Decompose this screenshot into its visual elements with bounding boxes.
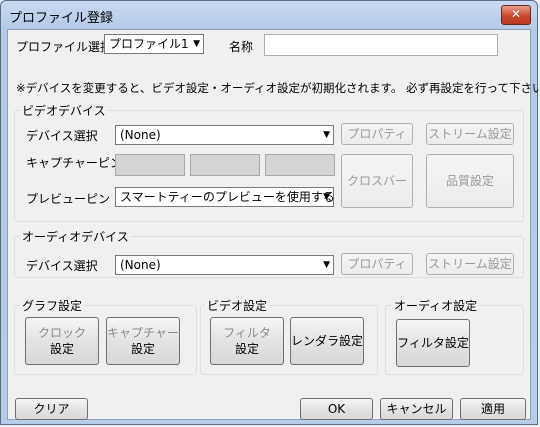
graph-settings-group-label: グラフ設定 (20, 297, 85, 314)
cancel-button[interactable]: キャンセル (380, 398, 453, 420)
apply-button[interactable]: 適用 (460, 398, 526, 420)
clock-settings-line1: クロック (37, 326, 86, 340)
crossbar-button[interactable]: クロスバー (341, 154, 413, 208)
profile-select-label: プロファイル選択 (16, 40, 113, 54)
quality-settings-button[interactable]: 品質設定 (426, 154, 514, 208)
audio-filter-settings-button[interactable]: フィルタ設定 (396, 319, 470, 367)
capture-pin-box-1 (115, 154, 185, 176)
chevron-down-icon: ▼ (323, 130, 330, 140)
capture-pin-label: キャプチャーピン (26, 156, 122, 170)
capture-pin-box-2 (190, 154, 260, 176)
audio-device-select-value: (None) (120, 258, 161, 272)
renderer-settings-button[interactable]: レンダラ設定 (290, 317, 364, 365)
audio-device-select[interactable]: (None) ▼ (115, 255, 334, 275)
video-device-select-label: デバイス選択 (26, 129, 98, 143)
video-filter-settings-button[interactable]: フィルタ 設定 (210, 317, 284, 365)
chevron-down-icon: ▼ (323, 260, 330, 270)
clear-button[interactable]: クリア (15, 398, 88, 420)
dialog-window: プロファイル登録 ✕ プロファイル選択 プロファイル1 ▼ 名称 ※デバイスを変… (0, 0, 540, 425)
preview-pin-select-value: スマートティーのプレビューを使用する (120, 190, 334, 204)
chevron-down-icon: ▼ (323, 192, 330, 202)
chevron-down-icon: ▼ (193, 39, 200, 49)
window-title: プロファイル登録 (9, 11, 114, 26)
name-field[interactable] (264, 34, 498, 56)
close-button[interactable]: ✕ (501, 5, 531, 25)
preview-pin-label: プレビューピン (26, 192, 111, 206)
dialog-client-area: プロファイル選択 プロファイル1 ▼ 名称 ※デバイスを変更すると、ビデオ設定・… (7, 29, 540, 420)
video-device-select-value: (None) (120, 128, 161, 142)
preview-pin-select[interactable]: スマートティーのプレビューを使用する ▼ (115, 187, 334, 207)
clock-settings-line2: 設定 (49, 342, 74, 356)
capture-settings-button[interactable]: キャプチャー 設定 (106, 317, 180, 365)
audio-property-button[interactable]: プロパティ (341, 253, 413, 275)
video-filter-line1: フィルタ (223, 326, 271, 340)
name-label: 名称 (229, 40, 254, 54)
capture-pin-box-3 (265, 154, 335, 176)
video-device-group-label: ビデオデバイス (20, 102, 108, 119)
clock-settings-button[interactable]: クロック 設定 (25, 317, 99, 365)
audio-stream-settings-button[interactable]: ストリーム設定 (426, 253, 514, 275)
video-property-button[interactable]: プロパティ (341, 123, 413, 145)
profile-select-value: プロファイル1 (109, 37, 189, 51)
audio-device-group-label: オーディオデバイス (20, 228, 131, 245)
capture-settings-line2: 設定 (130, 342, 155, 356)
device-change-notice: ※デバイスを変更すると、ビデオ設定・オーディオ設定が初期化されます。 必ず再設定… (16, 81, 540, 95)
ok-button[interactable]: OK (300, 398, 373, 420)
audio-settings-group-label: オーディオ設定 (392, 297, 480, 314)
video-device-select[interactable]: (None) ▼ (115, 125, 334, 145)
capture-settings-line1: キャプチャー (107, 326, 179, 340)
video-filter-line2: 設定 (234, 342, 259, 356)
audio-device-select-label: デバイス選択 (26, 259, 98, 273)
profile-select[interactable]: プロファイル1 ▼ (104, 34, 204, 54)
video-stream-settings-button[interactable]: ストリーム設定 (426, 123, 514, 145)
title-bar: プロファイル登録 ✕ (1, 1, 537, 29)
video-settings-group-label: ビデオ設定 (205, 297, 270, 314)
